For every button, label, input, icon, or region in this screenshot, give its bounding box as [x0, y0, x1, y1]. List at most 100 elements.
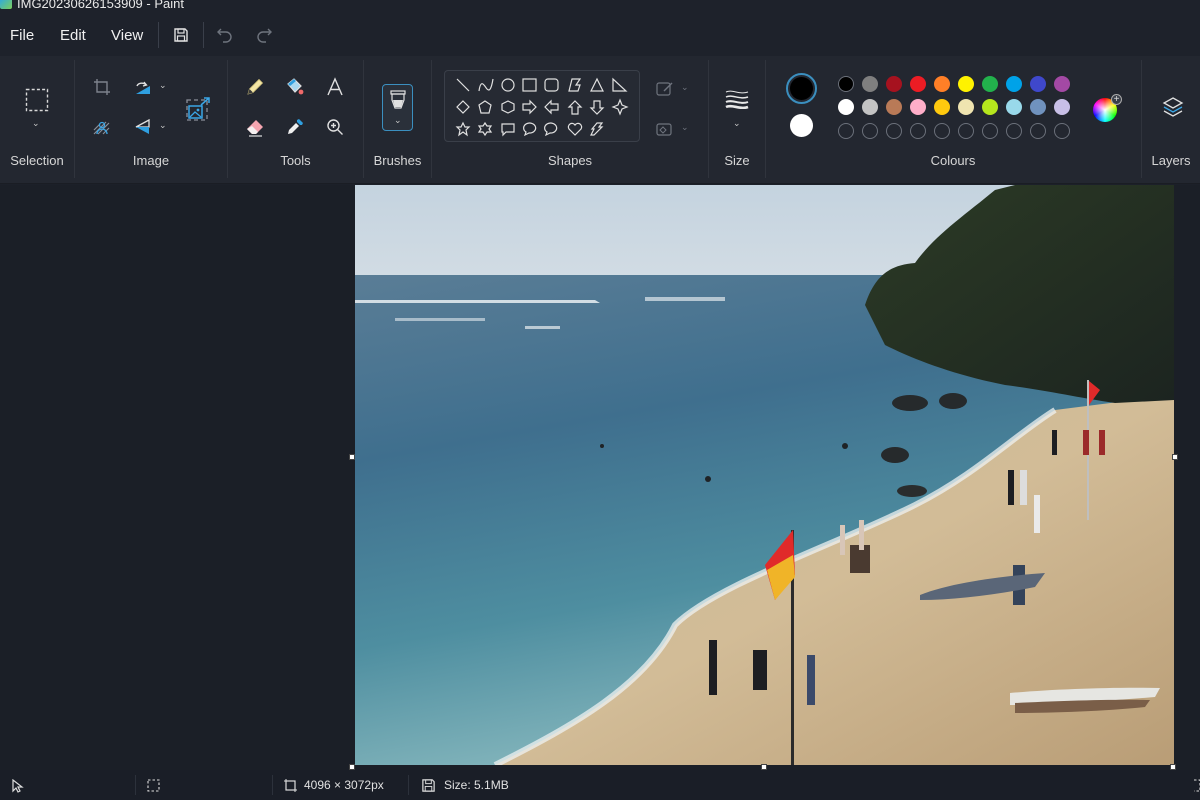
- rectangle-shape[interactable]: [522, 78, 537, 92]
- custom-colour-slot[interactable]: [1006, 123, 1022, 139]
- fit-to-window-icon[interactable]: [1192, 779, 1200, 792]
- diamond-shape[interactable]: [456, 100, 470, 114]
- colour-swatch[interactable]: [1006, 99, 1022, 115]
- colour-swatch[interactable]: [958, 99, 974, 115]
- colour-picker-button[interactable]: [282, 114, 308, 140]
- save-button[interactable]: [170, 24, 192, 46]
- primary-colour[interactable]: [786, 73, 817, 104]
- right-triangle-shape[interactable]: [612, 77, 628, 92]
- eraser-tool-button[interactable]: [242, 114, 268, 140]
- size-button[interactable]: [723, 86, 751, 112]
- group-layers: Layers: [1142, 56, 1200, 184]
- rotate-button[interactable]: [130, 74, 156, 100]
- triangle-shape[interactable]: [590, 77, 604, 92]
- lightning-shape[interactable]: [590, 122, 604, 136]
- rounded-rectangle-shape[interactable]: [544, 78, 559, 92]
- heart-shape[interactable]: [567, 122, 583, 136]
- colour-swatch[interactable]: [934, 76, 950, 92]
- resize-handle-right[interactable]: [1172, 454, 1178, 460]
- colour-swatch[interactable]: [910, 99, 926, 115]
- undo-button[interactable]: [214, 24, 236, 46]
- fill-chevron-icon[interactable]: ⌄: [681, 122, 689, 133]
- four-point-star-shape[interactable]: [611, 98, 629, 116]
- colour-swatch[interactable]: [886, 76, 902, 92]
- magnifier-tool-button[interactable]: [322, 114, 348, 140]
- colour-swatch[interactable]: [934, 99, 950, 115]
- menu-divider: [158, 22, 159, 48]
- custom-colour-slot[interactable]: [838, 123, 854, 139]
- colour-swatch[interactable]: [1054, 99, 1070, 115]
- rotate-chevron-icon[interactable]: ⌄: [159, 80, 167, 91]
- custom-colour-slot[interactable]: [1030, 123, 1046, 139]
- flip-chevron-icon[interactable]: ⌄: [159, 120, 167, 131]
- chevron-down-icon[interactable]: ⌄: [32, 118, 40, 129]
- text-tool-button[interactable]: [322, 74, 348, 100]
- shape-outline-button[interactable]: [652, 76, 678, 102]
- six-point-star-shape[interactable]: [477, 121, 493, 137]
- rectangle-select-icon: [25, 88, 49, 112]
- colour-swatch[interactable]: [886, 99, 902, 115]
- colour-swatch[interactable]: [910, 76, 926, 92]
- brush-chevron-icon[interactable]: ⌄: [394, 115, 402, 126]
- colour-swatch[interactable]: [862, 76, 878, 92]
- custom-colour-slot[interactable]: [886, 123, 902, 139]
- hexagon-shape[interactable]: [501, 100, 515, 114]
- custom-colour-slot[interactable]: [862, 123, 878, 139]
- selection-tool-button[interactable]: [23, 86, 51, 114]
- custom-colour-slot[interactable]: [982, 123, 998, 139]
- colour-swatch[interactable]: [1030, 76, 1046, 92]
- rounded-callout-shape[interactable]: [501, 123, 515, 137]
- crop-icon: [94, 79, 110, 95]
- five-point-star-shape[interactable]: [455, 121, 471, 137]
- menu-edit[interactable]: Edit: [60, 27, 86, 44]
- resize-icon: [186, 97, 210, 121]
- crop-button[interactable]: [89, 74, 115, 100]
- menu-view[interactable]: View: [111, 27, 143, 44]
- right-arrow-shape[interactable]: [522, 99, 537, 115]
- group-label-shapes: Shapes: [547, 153, 593, 168]
- custom-colour-slot[interactable]: [958, 123, 974, 139]
- oval-callout-shape[interactable]: [523, 122, 537, 137]
- colour-swatch[interactable]: [862, 99, 878, 115]
- colour-swatch[interactable]: [838, 99, 854, 115]
- down-arrow-shape[interactable]: [589, 100, 605, 115]
- edit-colours-button[interactable]: +: [1093, 94, 1122, 122]
- ribbon-toolbar: ⌄ Selection ⌄ ⌄ Image Tools ⌄ Brushes Sh…: [0, 56, 1200, 184]
- flip-button[interactable]: [130, 114, 156, 140]
- redo-button[interactable]: [253, 24, 275, 46]
- group-label-brushes: Brushes: [373, 153, 422, 168]
- curve-shape[interactable]: [478, 78, 494, 92]
- pencil-tool-button[interactable]: [242, 74, 268, 100]
- layers-button[interactable]: [1160, 94, 1186, 120]
- colour-swatch[interactable]: [1006, 76, 1022, 92]
- shape-fill-button[interactable]: [652, 116, 678, 142]
- colour-swatch[interactable]: [982, 76, 998, 92]
- custom-colour-slot[interactable]: [934, 123, 950, 139]
- resize-button[interactable]: [183, 94, 213, 124]
- brush-tool-button[interactable]: ⌄: [382, 84, 413, 131]
- canvas-image[interactable]: [355, 185, 1174, 765]
- pencil-icon: [247, 78, 264, 95]
- menu-file[interactable]: File: [10, 27, 34, 44]
- fill-tool-button[interactable]: [282, 74, 308, 100]
- cloud-callout-shape[interactable]: [544, 122, 558, 137]
- outline-chevron-icon[interactable]: ⌄: [681, 82, 689, 93]
- polygon-shape[interactable]: [568, 78, 582, 92]
- pentagon-shape[interactable]: [478, 100, 492, 114]
- colour-swatch[interactable]: [838, 76, 854, 92]
- oval-shape[interactable]: [501, 78, 515, 92]
- left-arrow-shape[interactable]: [544, 99, 559, 115]
- resize-handle-left[interactable]: [349, 454, 355, 460]
- colour-swatch[interactable]: [982, 99, 998, 115]
- up-arrow-shape[interactable]: [567, 100, 583, 115]
- colour-swatch[interactable]: [1054, 76, 1070, 92]
- remove-background-button[interactable]: [89, 114, 115, 140]
- custom-colour-slot[interactable]: [1054, 123, 1070, 139]
- secondary-colour[interactable]: [790, 114, 813, 137]
- colour-swatch[interactable]: [958, 76, 974, 92]
- custom-colour-slot[interactable]: [910, 123, 926, 139]
- colour-swatch[interactable]: [1030, 99, 1046, 115]
- menu-bar: File Edit View: [0, 14, 1200, 56]
- size-chevron-icon[interactable]: ⌄: [733, 118, 741, 129]
- line-shape[interactable]: [456, 78, 470, 92]
